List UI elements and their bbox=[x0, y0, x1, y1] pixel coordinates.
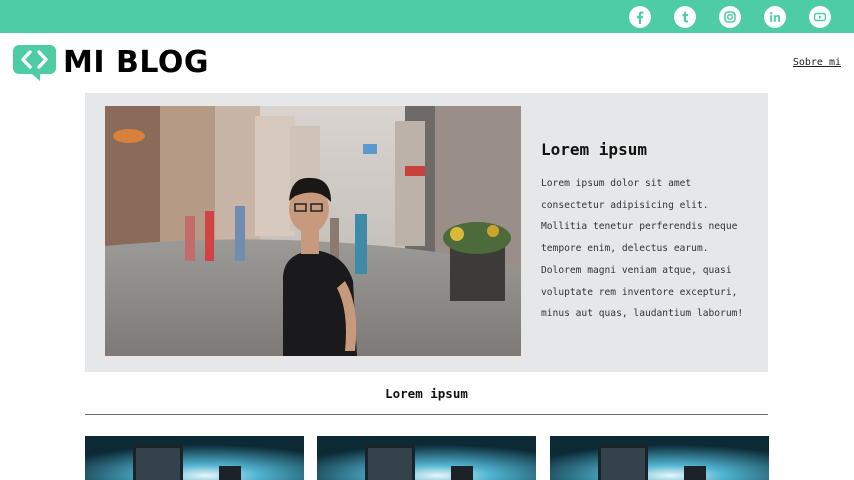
tumblr-icon bbox=[682, 11, 689, 23]
featured-post-title[interactable]: Lorem ipsum bbox=[541, 140, 647, 159]
linkedin-link[interactable] bbox=[764, 6, 786, 28]
desk-photo bbox=[550, 436, 769, 480]
instagram-icon bbox=[724, 11, 736, 23]
facebook-icon bbox=[636, 11, 644, 24]
desk-photo bbox=[85, 436, 304, 480]
youtube-icon bbox=[813, 12, 827, 22]
section-title: Lorem ipsum bbox=[385, 386, 468, 401]
social-bar bbox=[0, 0, 854, 33]
post-card-thumbnail[interactable] bbox=[85, 436, 304, 480]
desk-photo bbox=[317, 436, 536, 480]
featured-post-image[interactable] bbox=[105, 106, 521, 356]
logo-text: MI BLOG bbox=[63, 45, 209, 80]
logo[interactable]: MI BLOG bbox=[13, 45, 209, 81]
featured-post: Lorem ipsum Lorem ipsum dolor sit amet c… bbox=[85, 93, 768, 372]
facebook-link[interactable] bbox=[629, 6, 651, 28]
youtube-link[interactable] bbox=[809, 6, 831, 28]
post-card-thumbnail[interactable] bbox=[550, 436, 769, 480]
street-photo bbox=[105, 106, 521, 356]
instagram-link[interactable] bbox=[719, 6, 741, 28]
featured-post-excerpt: Lorem ipsum dolor sit amet consectetur a… bbox=[541, 178, 744, 320]
linkedin-icon bbox=[770, 12, 781, 22]
post-card-thumbnail[interactable] bbox=[317, 436, 536, 480]
tumblr-link[interactable] bbox=[674, 6, 696, 28]
code-brackets-icon bbox=[13, 45, 56, 81]
section-divider bbox=[85, 414, 768, 415]
about-link[interactable]: Sobre mi bbox=[793, 57, 841, 68]
